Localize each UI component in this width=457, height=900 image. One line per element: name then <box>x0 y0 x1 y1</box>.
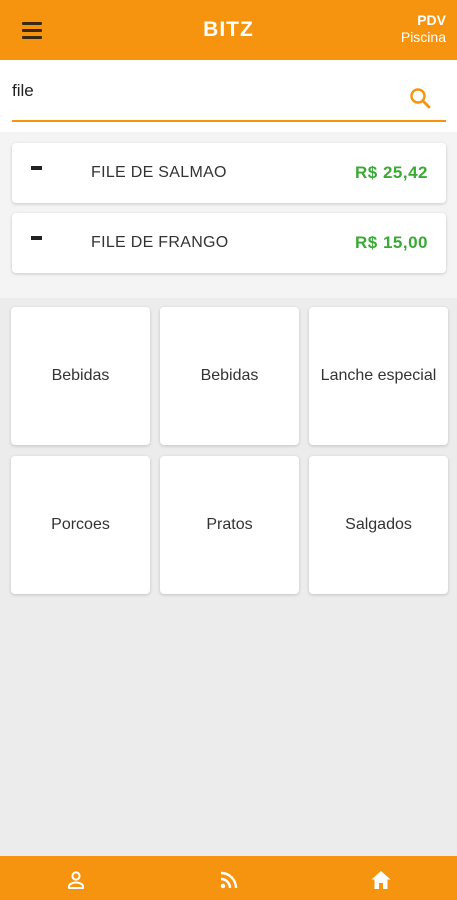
rss-icon[interactable] <box>217 868 241 892</box>
bottom-nav <box>0 856 457 900</box>
category-card[interactable]: Bebidas <box>160 307 299 445</box>
list-item[interactable]: FILE DE SALMAO R$ 25,42 <box>12 143 446 203</box>
category-card[interactable]: Salgados <box>309 456 448 594</box>
category-card[interactable]: Porcoes <box>11 456 150 594</box>
list-item[interactable]: FILE DE FRANGO R$ 15,00 <box>12 213 446 273</box>
home-icon[interactable] <box>369 868 393 892</box>
category-card[interactable]: Lanche especial <box>309 307 448 445</box>
product-name: FILE DE FRANGO <box>91 234 229 251</box>
category-grid: Bebidas Bebidas Lanche especial Porcoes … <box>0 298 457 856</box>
pdv-indicator[interactable]: PDV Piscina <box>401 12 446 46</box>
pdv-location: Piscina <box>400 29 446 45</box>
app-title: BITZ <box>203 18 254 41</box>
category-card[interactable]: Bebidas <box>11 307 150 445</box>
app-root: BITZ PDV Piscina FILE DE SALMAO R$ 25,42… <box>0 0 457 900</box>
search-icon[interactable] <box>408 86 432 110</box>
search-results: FILE DE SALMAO R$ 25,42 FILE DE FRANGO R… <box>0 132 457 298</box>
search-area <box>0 60 457 132</box>
minus-icon[interactable] <box>31 166 42 170</box>
product-price: R$ 15,00 <box>355 233 428 252</box>
search-input[interactable] <box>12 76 392 106</box>
pdv-label: PDV <box>417 12 446 28</box>
product-name: FILE DE SALMAO <box>91 164 227 181</box>
top-app-bar: BITZ PDV Piscina <box>0 0 457 60</box>
minus-icon[interactable] <box>31 236 42 240</box>
person-icon[interactable] <box>64 868 88 892</box>
category-card[interactable]: Pratos <box>160 456 299 594</box>
search-field <box>12 76 446 122</box>
product-price: R$ 25,42 <box>355 163 428 182</box>
